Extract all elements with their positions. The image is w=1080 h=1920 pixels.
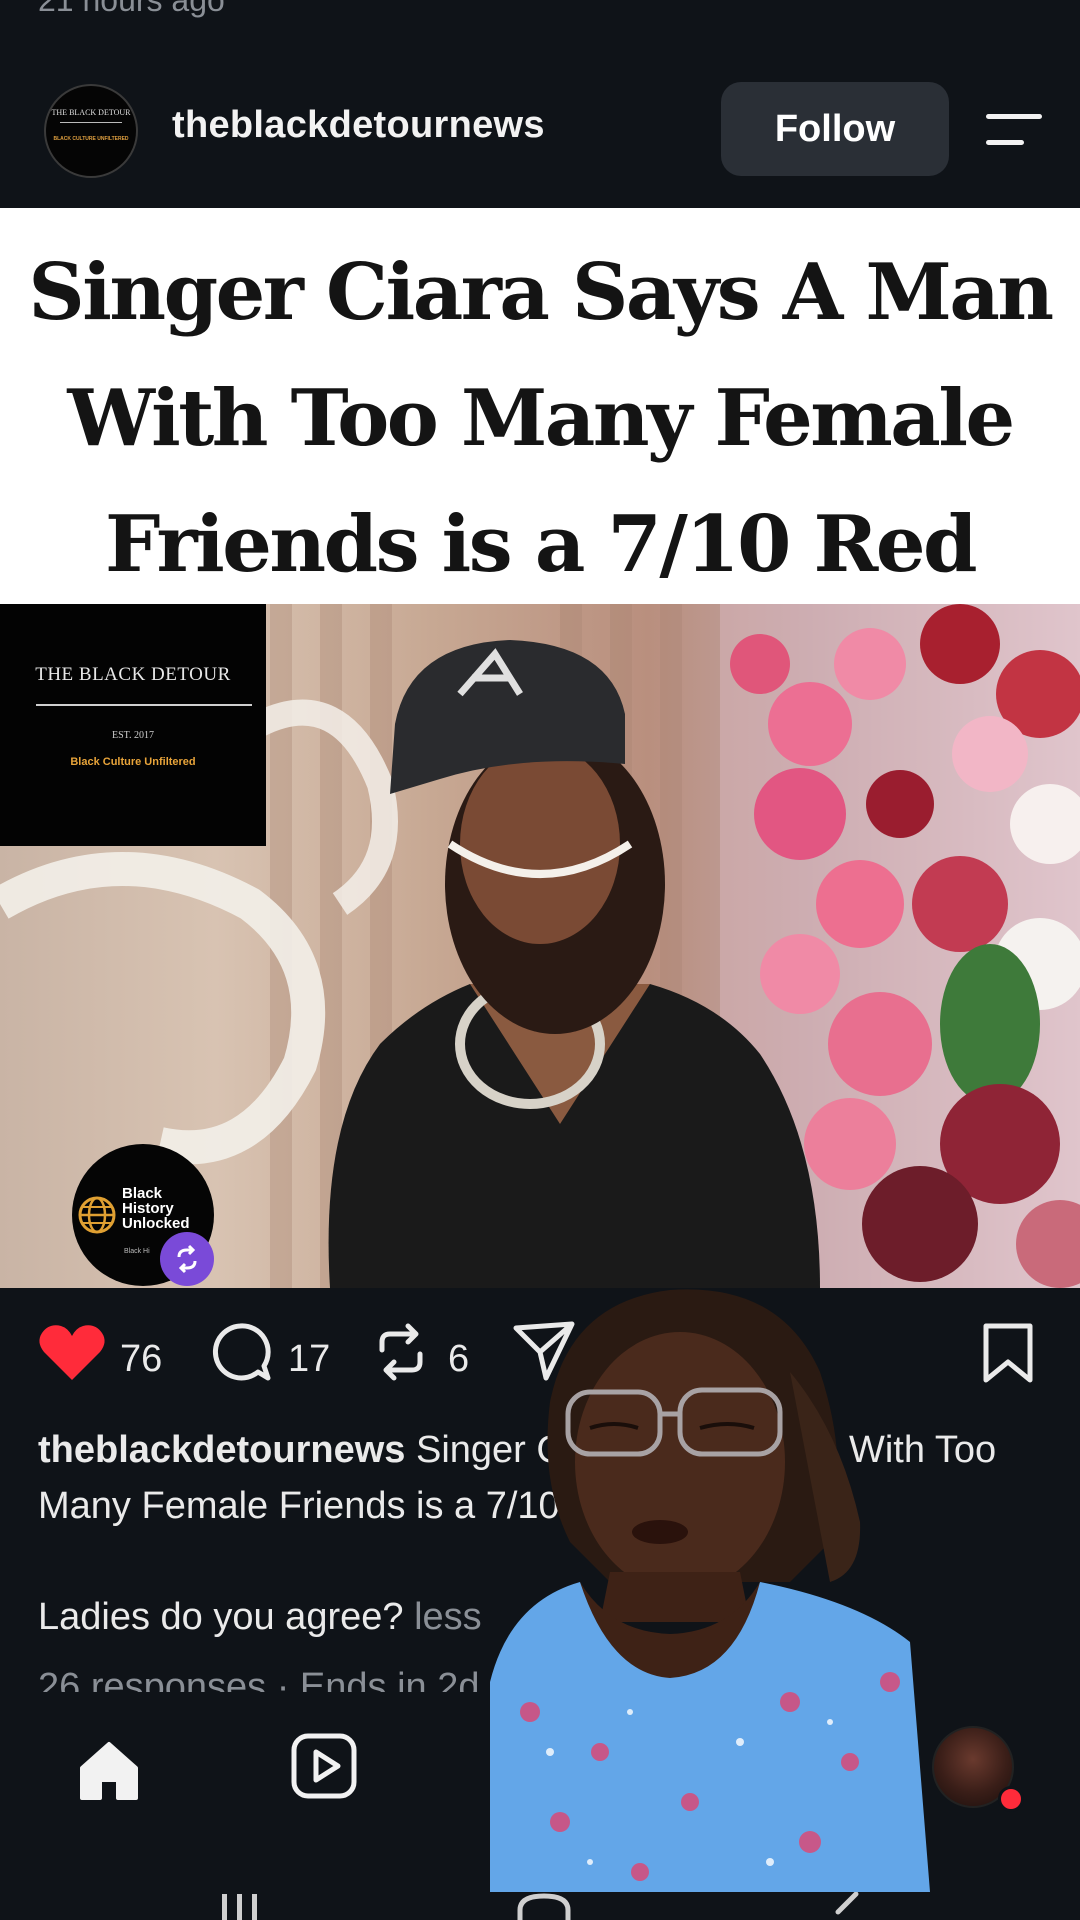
comment-count: 17	[288, 1338, 331, 1380]
watermark-est: EST. 2017	[111, 730, 155, 741]
watermark-divider	[36, 704, 252, 706]
caption-username[interactable]: theblackdetournews	[38, 1429, 405, 1471]
repost-badge-icon	[160, 1232, 214, 1286]
follow-button[interactable]: Follow	[721, 82, 949, 176]
globe-icon	[78, 1196, 116, 1234]
notification-dot	[998, 1786, 1024, 1812]
back-icon[interactable]	[830, 1890, 864, 1920]
repost-count: 6	[448, 1338, 470, 1380]
avatar-brand-text: THE BLACK DETOUR	[51, 108, 131, 117]
home-system-icon[interactable]	[514, 1890, 574, 1920]
heart-icon[interactable]	[36, 1322, 108, 1382]
avatar-divider	[60, 122, 122, 123]
watermark-logo: THE BLACK DETOUR EST. 2017 Black Culture…	[0, 604, 266, 846]
repost-icon[interactable]	[372, 1320, 430, 1384]
account-avatar[interactable]: THE BLACK DETOUR BLACK CULTURE UNFILTERE…	[44, 84, 138, 178]
headline-panel: Singer Ciara Says A Man With Too Many Fe…	[0, 208, 1080, 716]
badge-text: Black History Unlocked	[122, 1185, 190, 1232]
less-link[interactable]: less	[404, 1596, 482, 1638]
post-timestamp: 21 hours ago	[38, 0, 225, 18]
bookmark-icon[interactable]	[982, 1322, 1034, 1384]
post-image[interactable]: THE BLACK DETOUR EST. 2017 Black Culture…	[0, 604, 1080, 1288]
menu-icon[interactable]	[984, 112, 1044, 148]
badge-small-text: Black Hi	[124, 1248, 150, 1255]
reels-icon[interactable]	[290, 1732, 358, 1800]
recent-apps-icon[interactable]	[218, 1890, 262, 1920]
watermark-brand: THE BLACK DETOUR	[35, 664, 231, 685]
comment-icon[interactable]	[208, 1320, 272, 1384]
poll-question: Ladies do you agree? less	[38, 1596, 482, 1639]
like-count: 76	[120, 1338, 163, 1380]
home-icon[interactable]	[76, 1738, 142, 1804]
presenter-overlay	[490, 1289, 930, 1892]
watermark-tagline: Black Culture Unfiltered	[70, 756, 196, 768]
account-username[interactable]: theblackdetournews	[172, 104, 545, 147]
avatar-tag-text: BLACK CULTURE UNFILTERED	[53, 136, 129, 142]
question-text: Ladies do you agree?	[38, 1596, 404, 1638]
